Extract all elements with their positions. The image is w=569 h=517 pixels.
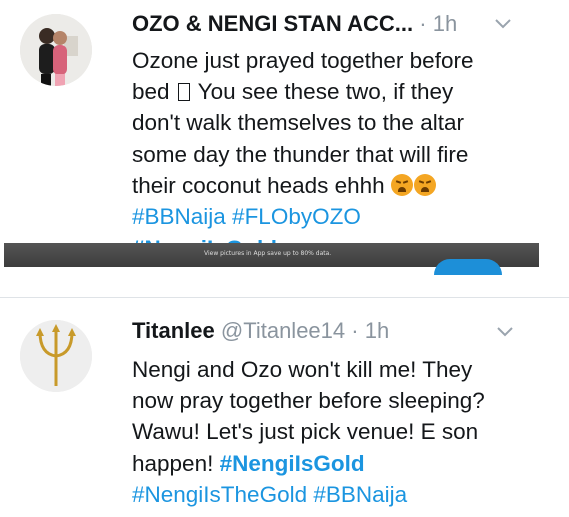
tweet-line: Nengi and Ozo won't kill me! They [132, 357, 473, 382]
author-name[interactable]: OZO & NENGI STAN ACC... [132, 11, 413, 36]
open-app-button[interactable] [434, 259, 502, 275]
tweet-line: Wawu! Let's just pick venue! E son [132, 419, 479, 445]
tweet-header: Titanlee @Titanlee14 · 1h [132, 316, 389, 346]
tweet-line: their coconut heads ehhh [132, 170, 552, 201]
couple-photo-avatar[interactable] [20, 14, 92, 86]
tweet-line: now pray together before sleeping? [132, 388, 485, 414]
app-promo-banner[interactable]: View pictures in App save up to 80% data… [4, 243, 539, 275]
tweet-line: don't walk themselves to the altar [132, 110, 464, 136]
missing-glyph-icon [177, 83, 190, 102]
tweet-line: some day the thunder that will fire [132, 141, 469, 167]
author-handle[interactable]: @Titanlee14 [221, 318, 345, 343]
tweet-card[interactable]: Titanlee @Titanlee14 · 1h Nengi and Ozo … [0, 300, 569, 517]
tweet-line-part: You see these two, if they [197, 79, 454, 105]
tweet-line: bed You see these two, if they [132, 76, 552, 107]
tweet-divider [0, 297, 569, 298]
trident-avatar[interactable] [20, 320, 92, 392]
tweet-line-part: happen! [132, 450, 214, 476]
tweet-line: Ozone just prayed together before [132, 48, 474, 73]
dot-separator: · [419, 11, 427, 36]
tweet-line: happen! #NengiIsGold [132, 448, 552, 479]
timestamp[interactable]: 1h [365, 318, 389, 343]
promo-text: View pictures in App save up to 80% data… [204, 250, 332, 257]
tweet-text: Nengi and Ozo won't kill me! They now pr… [132, 354, 552, 510]
weary-face-icon [413, 173, 436, 196]
dot-separator: · [351, 318, 359, 343]
chevron-down-icon[interactable] [494, 14, 512, 35]
tweet-text: Ozone just prayed together before bed Yo… [132, 45, 552, 232]
author-name[interactable]: Titanlee [132, 318, 215, 343]
tweet-card[interactable]: OZO & NENGI STAN ACC... · 1h Ozone just … [0, 0, 569, 275]
timestamp[interactable]: 1h [433, 11, 457, 36]
hashtags[interactable]: #BBNaija #FLObyOZO [132, 201, 552, 232]
hashtags[interactable]: #NengiIsTheGold #BBNaija [132, 479, 552, 510]
tweet-header: OZO & NENGI STAN ACC... · 1h [132, 9, 457, 39]
tweet-line-part: their coconut heads ehhh [132, 172, 385, 198]
tweet-line-part: bed [132, 79, 170, 105]
weary-face-icon [390, 173, 413, 196]
hashtag-link[interactable]: #NengiIsGold [220, 451, 365, 476]
chevron-down-icon[interactable] [496, 322, 514, 343]
